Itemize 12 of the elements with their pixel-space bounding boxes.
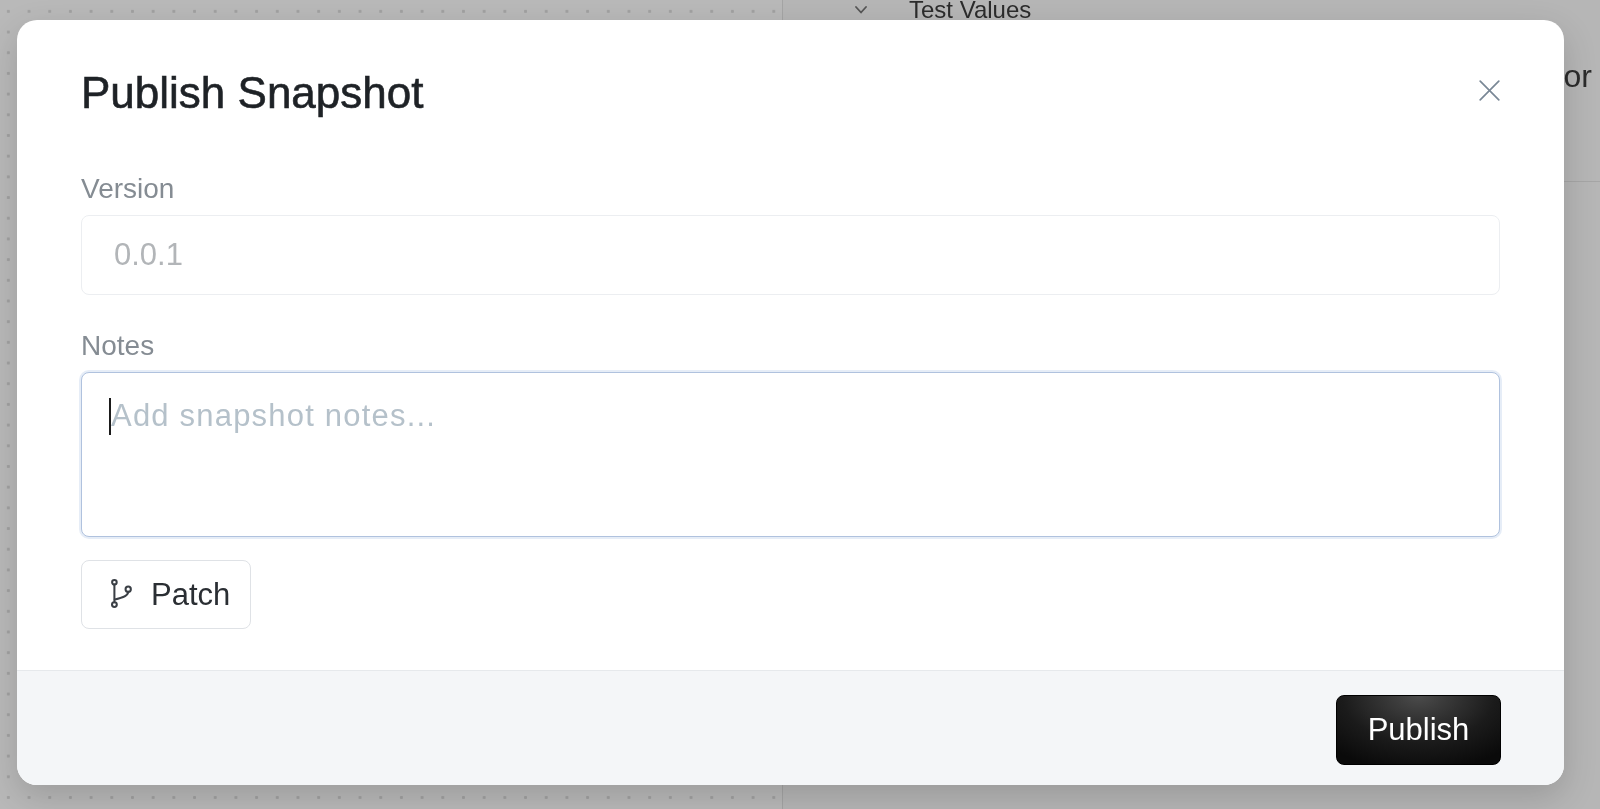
patch-button[interactable]: Patch xyxy=(81,559,251,629)
field-label: Version xyxy=(81,172,175,205)
field-label: Notes xyxy=(81,329,155,362)
close-icon[interactable] xyxy=(1479,80,1500,101)
publish-button[interactable]: Publish xyxy=(1336,694,1501,765)
chevron-down-icon[interactable] xyxy=(855,6,867,14)
git-branch-icon xyxy=(109,579,133,610)
tree-item[interactable]: Test Values xyxy=(909,0,1032,20)
panel-label: or xyxy=(1563,58,1592,95)
text-cursor xyxy=(109,397,111,435)
dialog-title: Publish Snapshot xyxy=(81,68,424,119)
notes-field[interactable]: Add snapshot notes... xyxy=(81,371,1500,537)
